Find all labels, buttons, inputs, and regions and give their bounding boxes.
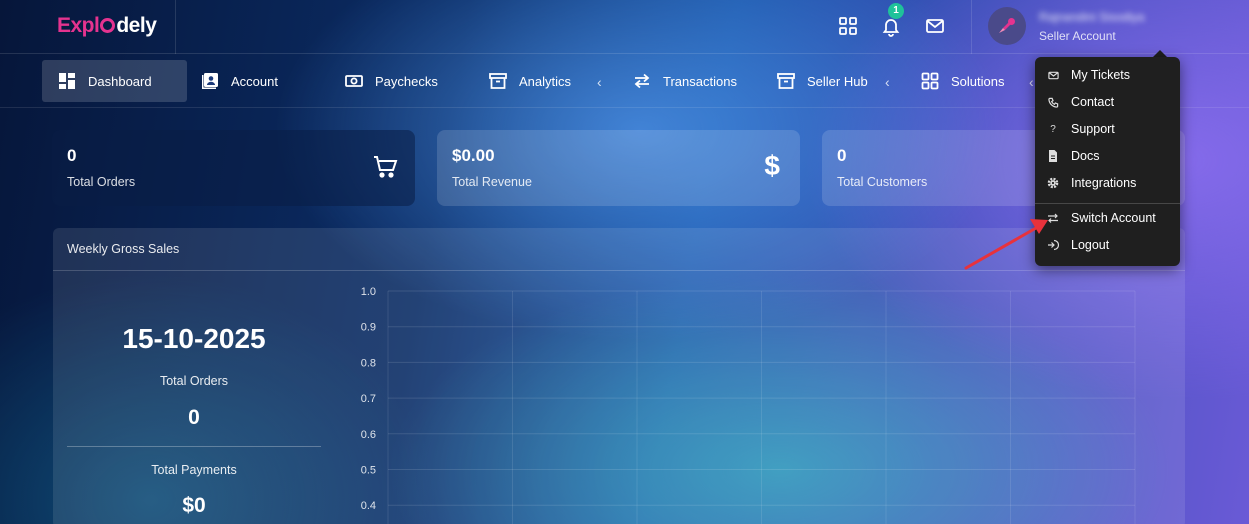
y-tick-label: 0.6 — [361, 429, 376, 441]
paychecks-icon — [345, 75, 363, 87]
stat-label: Total Customers — [837, 175, 928, 189]
logout-icon — [1035, 239, 1071, 251]
dashboard-icon — [59, 73, 75, 89]
notification-badge: 1 — [888, 3, 904, 19]
menu-divider — [1035, 203, 1180, 204]
weekly-gross-sales-panel: Weekly Gross Sales 15-10-2025 Total Orde… — [53, 228, 1185, 524]
y-tick-label: 0.9 — [361, 322, 376, 334]
stat-value: 0 — [67, 146, 77, 165]
menu-item-my-tickets[interactable]: My Tickets — [1035, 62, 1180, 88]
solutions-icon — [921, 72, 939, 90]
avatar[interactable] — [988, 7, 1026, 45]
brand-logo[interactable]: Expl dely — [57, 14, 157, 38]
menu-item-label: Contact — [1071, 95, 1115, 109]
nav-label: Dashboard — [88, 73, 152, 89]
nav-label: Analytics — [519, 73, 572, 89]
nav-label: Transactions — [663, 73, 737, 89]
nav-item-analytics[interactable]: Analytics — [489, 60, 571, 102]
gear-icon — [1035, 177, 1071, 189]
nav-item-transactions[interactable]: Transactions — [633, 60, 737, 102]
transactions-icon — [634, 73, 650, 89]
question-icon: ? — [1050, 123, 1056, 135]
stat-card-orders: 0 Total Orders — [52, 130, 415, 206]
apps-grid-icon[interactable] — [837, 15, 859, 37]
user-menu[interactable]: Rajnandini Sisodiya Seller Account — [971, 0, 1249, 54]
menu-item-integrations[interactable]: Integrations — [1035, 170, 1180, 196]
chevron-left-icon[interactable]: ‹ — [1029, 74, 1034, 90]
phone-icon — [1035, 97, 1071, 108]
menu-item-label: Integrations — [1071, 176, 1137, 190]
nav-item-solutions[interactable]: Solutions — [921, 60, 1004, 102]
menu-item-label: Docs — [1071, 149, 1100, 163]
menu-item-label: Switch Account — [1071, 211, 1156, 225]
user-dropdown-menu: My Tickets Contact ? Support Docs Integr… — [1035, 57, 1180, 266]
weekly-sales-chart: 1.0 0.9 0.8 0.7 0.6 0.5 0.4 — [361, 286, 1136, 524]
nav-item-seller-hub[interactable]: Seller Hub — [777, 60, 868, 102]
mail-icon — [1035, 70, 1071, 81]
nav-label: Seller Hub — [807, 73, 868, 89]
analytics-icon — [489, 73, 507, 89]
nav-label: Solutions — [951, 73, 1005, 89]
user-role: Seller Account — [1039, 29, 1116, 43]
menu-item-label: Logout — [1071, 238, 1110, 252]
stat-card-revenue: $0.00 Total Revenue $ — [437, 130, 800, 206]
seller-hub-icon — [777, 73, 795, 89]
nav-item-dashboard[interactable]: Dashboard — [42, 60, 187, 102]
top-bar: Expl dely 1 Rajnandini Sisodiya Seller Ac… — [0, 0, 1249, 54]
nav-item-account[interactable]: Account — [201, 60, 278, 102]
y-tick-label: 0.4 — [361, 500, 376, 512]
y-tick-label: 1.0 — [361, 286, 376, 298]
menu-item-switch-account[interactable]: Switch Account — [1035, 205, 1180, 231]
menu-item-contact[interactable]: Contact — [1035, 89, 1180, 115]
y-tick-label: 0.8 — [361, 357, 376, 369]
account-icon — [202, 73, 218, 89]
rocket-icon — [999, 18, 1015, 33]
stat-label: Total Orders — [67, 175, 136, 189]
y-tick-label: 0.5 — [361, 465, 376, 477]
menu-item-logout[interactable]: Logout — [1035, 232, 1180, 258]
chevron-left-icon[interactable]: ‹ — [885, 74, 890, 90]
chevron-left-icon[interactable]: ‹ — [597, 74, 602, 90]
switch-icon — [1035, 212, 1071, 224]
stat-value: 0 — [837, 146, 847, 165]
menu-item-label: Support — [1071, 122, 1115, 136]
menu-item-label: My Tickets — [1071, 68, 1131, 82]
mail-icon[interactable] — [924, 15, 946, 37]
stat-value: $0.00 — [452, 146, 495, 165]
nav-label: Account — [231, 73, 278, 89]
stat-label: Total Revenue — [452, 175, 532, 189]
menu-item-docs[interactable]: Docs — [1035, 143, 1180, 169]
dollar-icon: $ — [764, 150, 780, 181]
logo-o-icon — [100, 18, 116, 33]
logo-text-part2: dely — [116, 14, 157, 37]
user-name: Rajnandini Sisodiya — [1039, 10, 1145, 24]
logo-area: Expl dely — [0, 0, 176, 54]
document-icon — [1035, 150, 1071, 162]
nav-label: Paychecks — [375, 73, 438, 89]
menu-item-support[interactable]: ? Support — [1035, 116, 1180, 142]
logo-text-part1: Expl — [57, 14, 100, 37]
nav-item-paychecks[interactable]: Paychecks — [345, 60, 438, 102]
y-tick-label: 0.7 — [361, 393, 376, 405]
cart-icon — [371, 152, 399, 185]
